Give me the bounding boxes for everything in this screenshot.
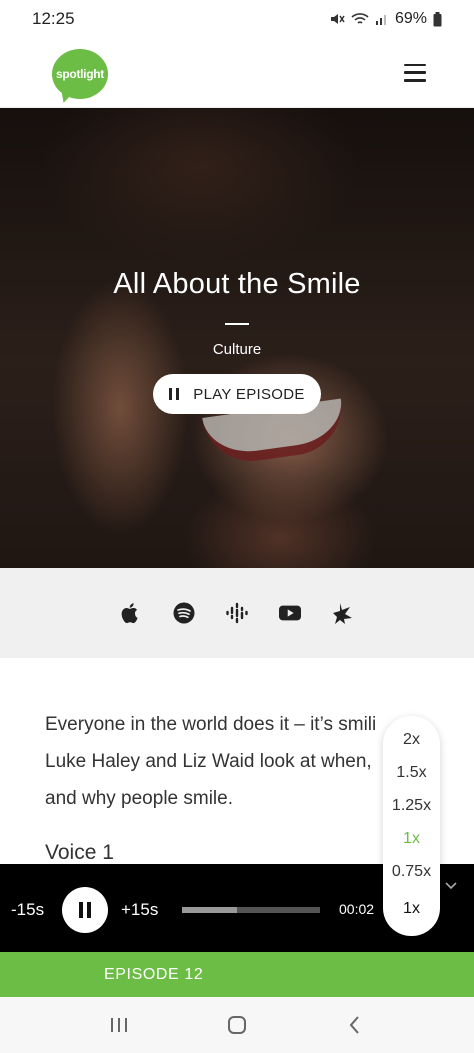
- status-icons: 69%: [329, 10, 442, 28]
- speed-option-0-75x[interactable]: 0.75x: [392, 860, 431, 893]
- elapsed-time: 00:02: [339, 901, 375, 917]
- spotify-icon[interactable]: [173, 602, 195, 624]
- spreaker-icon[interactable]: [332, 602, 354, 624]
- system-nav-bar: [0, 997, 474, 1053]
- progress-bar[interactable]: [182, 907, 320, 913]
- wifi-icon: [351, 13, 369, 24]
- apple-podcasts-icon[interactable]: [120, 602, 142, 624]
- hero-banner: All About the Smile Culture PLAY EPISODE: [0, 108, 474, 568]
- player-pause-button[interactable]: [62, 887, 108, 933]
- skip-forward-button[interactable]: +15s: [121, 900, 158, 920]
- playback-speed-menu: 2x 1.5x 1.25x 1x 0.75x 1x: [383, 716, 440, 936]
- site-header: spotlight: [0, 38, 474, 108]
- speed-option-1-5x[interactable]: 1.5x: [396, 761, 426, 794]
- speed-option-1-25x[interactable]: 1.25x: [392, 794, 431, 827]
- pause-icon: [169, 388, 180, 400]
- logo-text: spotlight: [56, 66, 104, 81]
- play-episode-label: PLAY EPISODE: [193, 385, 305, 403]
- spotlight-logo[interactable]: spotlight: [52, 45, 108, 105]
- recent-apps-icon[interactable]: [104, 1010, 134, 1040]
- episode-number: EPISODE 12: [104, 965, 204, 983]
- description-text: Everyone in the world does it – it’s smi…: [45, 706, 425, 817]
- episode-title: All About the Smile: [113, 268, 361, 300]
- transcript-heading: Voice 1: [45, 841, 114, 864]
- description-line: and why people smile.: [45, 788, 233, 809]
- pause-icon: [79, 902, 91, 918]
- description-line: Luke Haley and Liz Waid look at when,: [45, 751, 372, 772]
- speed-option-2x[interactable]: 2x: [403, 728, 420, 761]
- speed-option-1x[interactable]: 1x: [403, 827, 420, 860]
- chevron-down-icon[interactable]: [443, 878, 459, 894]
- hero-content: All About the Smile Culture PLAY EPISODE: [0, 108, 474, 568]
- current-speed-button[interactable]: 1x: [403, 897, 420, 930]
- home-icon[interactable]: [222, 1010, 252, 1040]
- podcast-platforms: [0, 568, 474, 658]
- signal-icon: [375, 15, 386, 25]
- youtube-icon[interactable]: [279, 602, 301, 624]
- skip-back-button[interactable]: -15s: [11, 900, 44, 920]
- title-divider: [225, 323, 249, 325]
- play-episode-button[interactable]: PLAY EPISODE: [153, 374, 321, 414]
- episode-category[interactable]: Culture: [213, 341, 261, 358]
- battery-icon: [433, 11, 442, 26]
- status-time: 12:25: [32, 9, 75, 28]
- google-podcasts-icon[interactable]: [226, 602, 248, 624]
- status-bar: 12:25 69%: [0, 0, 474, 38]
- back-icon[interactable]: [340, 1010, 370, 1040]
- mute-icon: [330, 14, 345, 24]
- hamburger-icon[interactable]: [404, 63, 426, 82]
- episode-bar[interactable]: EPISODE 12: [0, 952, 474, 997]
- description-line: Everyone in the world does it – it’s smi…: [45, 714, 377, 735]
- battery-text: 69%: [394, 10, 427, 27]
- progress-fill: [182, 907, 238, 913]
